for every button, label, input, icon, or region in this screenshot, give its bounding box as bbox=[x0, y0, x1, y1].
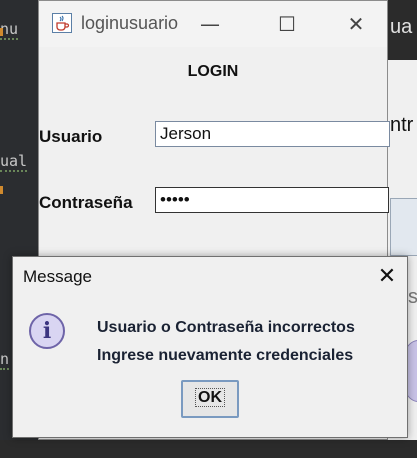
ide-gutter-marker bbox=[0, 186, 3, 194]
message-dialog: Message ✕ i Usuario o Contraseña incorre… bbox=[12, 256, 408, 438]
ide-bottom-strip bbox=[0, 440, 417, 458]
password-input[interactable]: ••••• bbox=[155, 187, 389, 213]
ok-button-label: OK bbox=[195, 388, 225, 407]
maximize-button[interactable]: ☐ bbox=[269, 9, 305, 39]
ide-gutter-marker bbox=[0, 28, 3, 36]
close-button[interactable]: ✕ bbox=[338, 9, 374, 39]
background-app-button bbox=[390, 198, 417, 256]
ide-code-fragment: n bbox=[0, 350, 10, 370]
ide-code-fragment: ual bbox=[0, 152, 28, 172]
ok-button[interactable]: OK bbox=[181, 380, 239, 418]
usuario-input[interactable]: Jerson bbox=[155, 121, 390, 147]
error-message-line2: Ingrese nuevamente credenciales bbox=[97, 347, 354, 364]
minimize-button[interactable]: — bbox=[192, 9, 228, 39]
info-icon: i bbox=[29, 313, 65, 349]
password-label: Contraseña bbox=[39, 193, 133, 212]
title-bar[interactable]: loginusuario — ☐ ✕ bbox=[39, 1, 387, 47]
usuario-label: Usuario bbox=[39, 127, 103, 146]
java-cup-icon bbox=[52, 13, 72, 33]
login-heading: LOGIN bbox=[187, 63, 239, 80]
background-app-text: ua bbox=[390, 16, 413, 38]
error-message-line1: Usuario o Contraseña incorrectos bbox=[97, 319, 355, 336]
dialog-close-icon[interactable]: ✕ bbox=[373, 263, 401, 291]
dialog-title: Message bbox=[23, 267, 92, 286]
background-app-text: s bbox=[408, 286, 417, 308]
window-title: loginusuario bbox=[81, 13, 179, 33]
background-app-text: ntr bbox=[390, 114, 414, 136]
